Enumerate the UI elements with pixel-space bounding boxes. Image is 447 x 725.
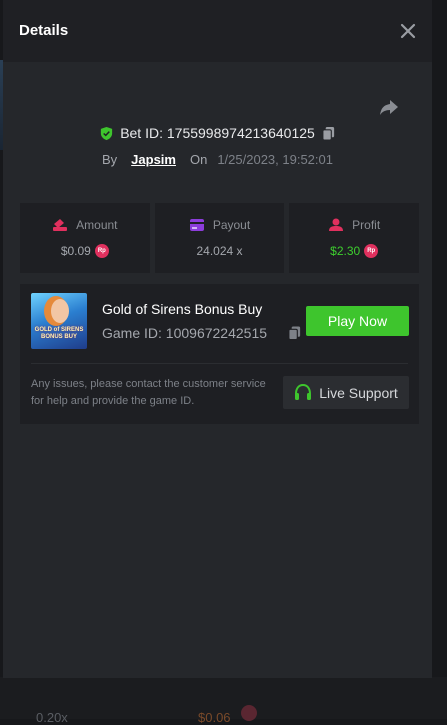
live-support-button[interactable]: Live Support: [283, 376, 409, 409]
modal-header: Details: [3, 0, 432, 62]
bet-details-modal: Details Bet ID: 1755998974213640125 By J…: [3, 0, 432, 678]
game-name: Gold of Sirens Bonus Buy: [102, 301, 263, 317]
copy-game-id-icon[interactable]: [287, 325, 302, 341]
bet-meta-row: By Japsim On 1/25/2023, 19:52:01: [3, 152, 432, 167]
payout-icon: [189, 219, 204, 231]
currency-badge: Rp: [364, 244, 379, 258]
stat-payout: Payout 24.024 x: [154, 203, 285, 273]
by-label: By: [102, 152, 118, 167]
verified-shield-icon: [101, 126, 113, 140]
on-label: On: [189, 152, 208, 167]
bet-id-row: Bet ID: 1755998974213640125: [3, 125, 432, 141]
stat-amount-label: Amount: [76, 218, 118, 232]
stat-profit: Profit $2.30 Rp: [289, 203, 420, 273]
background-amount: $0.06: [198, 710, 231, 725]
play-now-button[interactable]: Play Now: [306, 306, 409, 336]
modal-title: Details: [19, 22, 69, 39]
game-id-row: Game ID: 1009672242515: [102, 325, 302, 341]
help-text: Any issues, please contact the customer …: [31, 378, 266, 407]
bet-stats: Amount $0.09 Rp Payout 24.024 x Profit $…: [20, 203, 420, 273]
stat-profit-label: Profit: [352, 218, 381, 232]
profit-icon: [329, 218, 344, 231]
close-icon[interactable]: [398, 21, 418, 41]
stat-amount-value: $0.09: [60, 244, 91, 258]
username-link[interactable]: Japsim: [131, 152, 176, 167]
background-multiplier: 0.20x: [36, 710, 68, 725]
game-thumbnail[interactable]: GOLD of SIRENS BONUS BUY: [31, 293, 87, 349]
stat-payout-value: 24.024 x: [196, 244, 243, 258]
game-thumbnail-logo: GOLD of SIRENS BONUS BUY: [34, 327, 84, 340]
amount-icon: [53, 219, 68, 231]
headset-icon: [295, 384, 312, 400]
live-support-label: Live Support: [319, 384, 398, 401]
game-id: Game ID: 1009672242515: [102, 325, 268, 341]
stat-amount: Amount $0.09 Rp: [20, 203, 150, 273]
bet-id: Bet ID: 1755998974213640125: [120, 125, 315, 141]
divider: [31, 363, 408, 364]
currency-badge: Rp: [94, 244, 109, 258]
copy-bet-id-icon[interactable]: [321, 126, 336, 141]
game-card: GOLD of SIRENS BONUS BUY Gold of Sirens B…: [20, 284, 419, 424]
stat-payout-label: Payout: [212, 218, 251, 232]
background-list-row: 0.20x $0.06: [0, 677, 447, 725]
bet-datetime: 1/25/2023, 19:52:01: [217, 152, 333, 167]
stat-profit-value: $2.30: [330, 244, 361, 258]
share-icon[interactable]: [379, 97, 399, 117]
